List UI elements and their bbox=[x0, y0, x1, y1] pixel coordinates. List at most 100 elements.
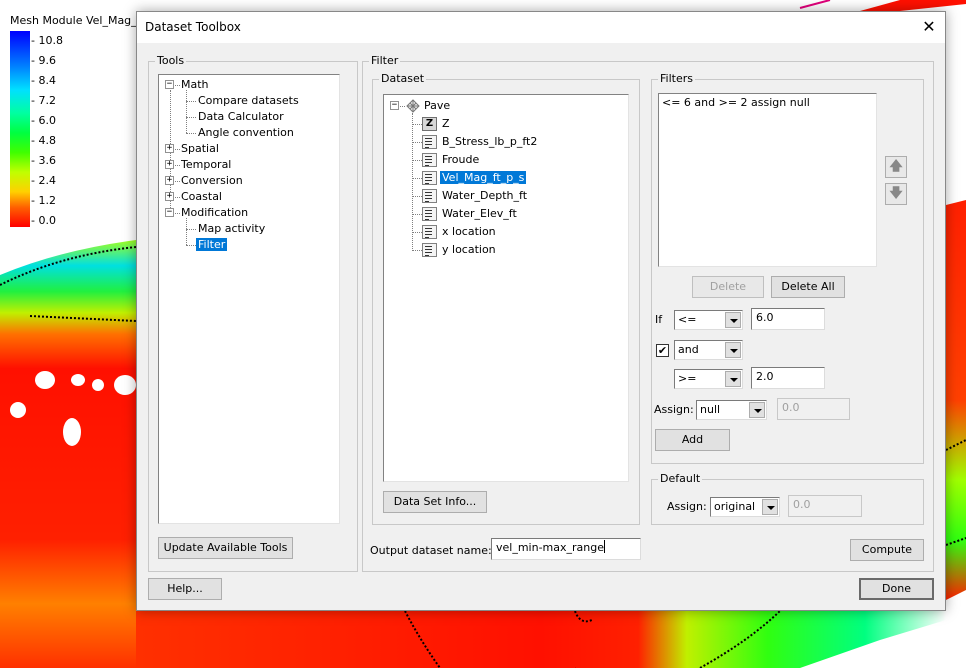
collapse-icon[interactable]: − bbox=[165, 208, 174, 217]
dialog-title: Dataset Toolbox bbox=[145, 20, 241, 34]
delete-all-button[interactable]: Delete All bbox=[771, 276, 845, 298]
tools-tree-item-data-calculator[interactable]: Data Calculator bbox=[196, 109, 286, 125]
output-dataset-name-label: Output dataset name: bbox=[370, 544, 492, 557]
condition-1-operator-select[interactable]: <= bbox=[674, 310, 743, 330]
output-dataset-name-input[interactable]: vel_min-max_range bbox=[491, 538, 641, 560]
close-button[interactable]: ✕ bbox=[913, 12, 945, 43]
scalar-dataset-icon bbox=[422, 243, 437, 257]
tools-group: Tools − Math Compare datasets Data Calculat… bbox=[148, 54, 358, 572]
tree-connector bbox=[412, 232, 422, 233]
dataset-item[interactable]: B_Stress_lb_p_ft2 bbox=[440, 134, 539, 150]
default-assign-value-input[interactable]: 0.0 bbox=[788, 495, 862, 517]
tree-connector bbox=[186, 218, 187, 245]
tools-tree-item-compare-datasets[interactable]: Compare datasets bbox=[196, 93, 301, 109]
legend-tick: - 8.4 bbox=[31, 74, 56, 87]
move-up-button[interactable]: 🡅 bbox=[885, 156, 907, 178]
dataset-tree-root[interactable]: Pave bbox=[422, 98, 452, 114]
tree-connector bbox=[186, 133, 196, 134]
assign-select[interactable]: null bbox=[696, 400, 767, 420]
tree-connector bbox=[412, 250, 422, 251]
tools-tree[interactable]: − Math Compare datasets Data Calculator Angl… bbox=[158, 74, 340, 524]
and-checkbox[interactable]: ✔ bbox=[656, 344, 669, 357]
legend-tick: - 4.8 bbox=[31, 134, 56, 147]
move-down-button[interactable]: 🡇 bbox=[885, 183, 907, 205]
default-group: Default Assign: original 0.0 bbox=[651, 472, 924, 525]
tools-tree-item-conversion[interactable]: Conversion bbox=[179, 173, 245, 189]
dataset-group: Dataset − Pave Z Z B_Stress_lb_p_ft2 Froude Ve… bbox=[372, 72, 640, 525]
legend-tick: - 6.0 bbox=[31, 114, 56, 127]
expand-icon[interactable]: + bbox=[165, 192, 174, 201]
tree-connector bbox=[412, 196, 422, 197]
scalar-dataset-icon bbox=[422, 135, 437, 149]
compute-button[interactable]: Compute bbox=[850, 539, 924, 561]
tree-connector bbox=[412, 113, 413, 251]
filter-list-item[interactable]: <= 6 and >= 2 assign null bbox=[662, 95, 810, 111]
conjunction-select[interactable]: and bbox=[674, 340, 743, 360]
arrow-down-icon: 🡇 bbox=[889, 186, 903, 201]
delete-button[interactable]: Delete bbox=[692, 276, 764, 298]
filters-list[interactable]: <= 6 and >= 2 assign null bbox=[658, 93, 877, 267]
update-available-tools-button[interactable]: Update Available Tools bbox=[158, 537, 293, 559]
legend-tick: - 9.6 bbox=[31, 54, 56, 67]
scalar-dataset-icon bbox=[422, 225, 437, 239]
tree-connector bbox=[412, 142, 422, 143]
collapse-icon[interactable]: − bbox=[165, 80, 174, 89]
default-assign-select[interactable]: original bbox=[710, 497, 780, 517]
default-group-label: Default bbox=[658, 472, 703, 486]
legend-tick: - 3.6 bbox=[31, 154, 56, 167]
legend-tick: - 1.2 bbox=[31, 194, 56, 207]
help-button[interactable]: Help... bbox=[148, 578, 222, 600]
mesh-boundary-magenta bbox=[799, 0, 831, 9]
dataset-tree[interactable]: − Pave Z Z B_Stress_lb_p_ft2 Froude Vel_Mag_ft… bbox=[383, 94, 629, 482]
tools-tree-item-temporal[interactable]: Temporal bbox=[179, 157, 233, 173]
if-label: If bbox=[655, 313, 663, 326]
dataset-item[interactable]: x location bbox=[440, 224, 498, 240]
expand-icon[interactable]: + bbox=[165, 160, 174, 169]
legend-tick: - 0.0 bbox=[31, 214, 56, 227]
data-set-info-button[interactable]: Data Set Info... bbox=[383, 491, 487, 513]
dataset-group-label: Dataset bbox=[379, 72, 427, 86]
scalar-dataset-icon bbox=[422, 153, 437, 167]
dataset-item[interactable]: Water_Depth_ft bbox=[440, 188, 529, 204]
mesh-icon bbox=[405, 98, 421, 114]
tree-connector bbox=[186, 90, 187, 133]
tools-group-label: Tools bbox=[155, 54, 187, 68]
expand-icon[interactable]: + bbox=[165, 176, 174, 185]
collapse-icon[interactable]: − bbox=[390, 101, 399, 110]
check-icon: ✔ bbox=[657, 344, 668, 357]
done-button[interactable]: Done bbox=[859, 578, 934, 600]
dataset-item[interactable]: Froude bbox=[440, 152, 481, 168]
tools-tree-item-modification[interactable]: Modification bbox=[179, 205, 250, 221]
assign-label: Assign: bbox=[654, 403, 694, 416]
add-filter-button[interactable]: Add bbox=[655, 429, 730, 451]
filter-group-label: Filter bbox=[369, 54, 401, 68]
tools-tree-item-spatial[interactable]: Spatial bbox=[179, 141, 221, 157]
condition-1-value-input[interactable]: 6.0 bbox=[751, 308, 825, 330]
expand-icon[interactable]: + bbox=[165, 144, 174, 153]
condition-2-value-input[interactable]: 2.0 bbox=[751, 367, 825, 389]
tree-connector bbox=[412, 178, 422, 179]
mesh-region-bottom bbox=[136, 611, 946, 668]
condition-2-operator-select[interactable]: >= bbox=[674, 369, 743, 389]
tools-tree-item-coastal[interactable]: Coastal bbox=[179, 189, 224, 205]
close-icon: ✕ bbox=[922, 17, 936, 36]
mesh-region-top bbox=[860, 0, 966, 11]
filter-group: Filter Dataset − Pave Z Z B_Stress_lb_p_ft2 F… bbox=[362, 54, 934, 572]
tree-connector bbox=[186, 101, 196, 102]
legend-tick: - 2.4 bbox=[31, 174, 56, 187]
tools-tree-item-math[interactable]: Math bbox=[179, 77, 211, 93]
chevron-down-icon bbox=[725, 371, 741, 387]
scalar-dataset-icon bbox=[422, 207, 437, 221]
assign-value-input[interactable]: 0.0 bbox=[777, 398, 850, 420]
legend-color-bar bbox=[10, 31, 30, 227]
title-bar[interactable]: Dataset Toolbox ✕ bbox=[137, 12, 945, 43]
dataset-item[interactable]: y location bbox=[440, 242, 498, 258]
tools-tree-item-filter[interactable]: Filter bbox=[196, 237, 228, 253]
tools-tree-item-angle-convention[interactable]: Angle convention bbox=[196, 125, 296, 141]
dataset-item[interactable]: Vel_Mag_ft_p_s bbox=[440, 170, 527, 186]
legend-title: Mesh Module Vel_Mag_ bbox=[10, 14, 137, 27]
mesh-region-left bbox=[0, 240, 136, 668]
dataset-item[interactable]: Z bbox=[440, 116, 452, 132]
tools-tree-item-map-activity[interactable]: Map activity bbox=[196, 221, 267, 237]
dataset-item[interactable]: Water_Elev_ft bbox=[440, 206, 519, 222]
